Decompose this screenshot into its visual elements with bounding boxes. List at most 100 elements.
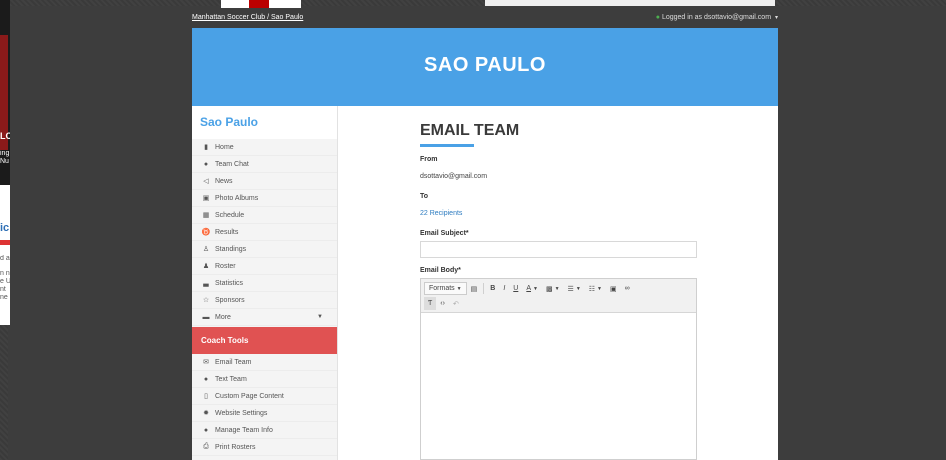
sitemap-icon: ♙ bbox=[202, 246, 210, 253]
print-icon: ⎙ bbox=[203, 443, 209, 450]
title-underline bbox=[420, 144, 474, 147]
stats-icon: ▃ bbox=[203, 280, 209, 287]
sidebar-item-label: Print Rosters bbox=[215, 443, 256, 451]
background-color-button[interactable]: ▩ ▼ bbox=[542, 282, 564, 295]
undo-icon: ↶ bbox=[452, 300, 459, 308]
formats-dropdown[interactable]: Formats ▼ bbox=[424, 282, 467, 295]
top-bar: Manhattan Soccer Club / Sao Paulo ● Logg… bbox=[192, 12, 778, 24]
login-status[interactable]: ● Logged in as dsottavio@gmail.com ▾ bbox=[656, 14, 778, 21]
text-color-button[interactable]: A ▼ bbox=[522, 282, 542, 295]
team-site: SAO PAULO Sao Paulo ▮ Home ● Team Chat ◁… bbox=[192, 28, 778, 460]
numbered-list-button[interactable]: ☷ ▼ bbox=[585, 282, 606, 295]
background-badge bbox=[0, 240, 10, 245]
sidebar-item-home[interactable]: ▮ Home bbox=[192, 139, 337, 156]
sidebar-item-team-chat[interactable]: ● Team Chat bbox=[192, 156, 337, 173]
bullet-list-icon: ☰ bbox=[567, 285, 574, 293]
clipboard-icon: ▤ bbox=[470, 285, 478, 293]
link-icon: ∞ bbox=[624, 285, 630, 292]
sidebar-item-website-settings[interactable]: ✹ Website Settings bbox=[192, 405, 337, 422]
sidebar-item-label: Manage Team Info bbox=[215, 426, 273, 434]
sidebar-item-manage-team-info[interactable]: ● Manage Team Info bbox=[192, 422, 337, 439]
sidebar-item-schedule[interactable]: ▦ Schedule bbox=[192, 207, 337, 224]
sidebar-item-print-rosters[interactable]: ⎙ Print Rosters bbox=[192, 439, 337, 456]
sidebar-item-sponsors[interactable]: ☆ Sponsors bbox=[192, 292, 337, 309]
sidebar-item-results[interactable]: ♉ Results bbox=[192, 224, 337, 241]
clear-format-icon: Ƭ bbox=[428, 300, 433, 307]
sidebar: Sao Paulo ▮ Home ● Team Chat ◁ News ▣ Ph… bbox=[192, 106, 338, 460]
email-body-editor: Formats ▼ ▤ B I U A▼ ▩▼ ☰▼ ☷▼ ▣ ∞ Ƭ bbox=[420, 278, 697, 460]
info-icon: ● bbox=[203, 426, 209, 434]
sidebar-item-label: Team Chat bbox=[215, 160, 249, 168]
clear-format-button[interactable]: Ƭ bbox=[424, 297, 437, 310]
sidebar-item-statistics[interactable]: ▃ Statistics bbox=[192, 275, 337, 292]
from-label: From bbox=[420, 156, 438, 163]
sidebar-item-roster[interactable]: ♟ Roster bbox=[192, 258, 337, 275]
underline-icon: U bbox=[513, 285, 519, 292]
star-icon: ☆ bbox=[202, 297, 210, 304]
gear-icon: ✹ bbox=[203, 410, 209, 417]
image-icon: ▣ bbox=[610, 285, 617, 293]
subject-input[interactable] bbox=[420, 241, 697, 258]
sidebar-item-label: Home bbox=[215, 143, 234, 151]
team-banner: SAO PAULO bbox=[192, 28, 778, 106]
recipients-link[interactable]: 22 Recipients bbox=[420, 210, 462, 217]
chat-icon: ● bbox=[203, 160, 209, 168]
bar-chart-icon: ▮ bbox=[204, 144, 208, 151]
bold-icon: B bbox=[490, 285, 496, 292]
breadcrumb[interactable]: Manhattan Soccer Club / Sao Paulo bbox=[192, 14, 303, 21]
comment-icon: ● bbox=[203, 375, 209, 383]
background-thumbnail bbox=[221, 0, 301, 8]
code-icon: ‹› bbox=[440, 300, 445, 307]
sidebar-item-label: News bbox=[215, 177, 233, 185]
sidebar-item-label: Roster bbox=[215, 262, 236, 270]
sidebar-item-more[interactable]: ▬ More ▼ bbox=[192, 309, 337, 326]
sidebar-item-label: Website Settings bbox=[215, 409, 268, 417]
from-value: dsottavio@gmail.com bbox=[420, 173, 488, 180]
body-label: Email Body* bbox=[420, 267, 461, 274]
folder-icon: ▬ bbox=[202, 313, 210, 321]
formats-label: Formats bbox=[429, 285, 455, 292]
underline-button[interactable]: U bbox=[509, 282, 522, 295]
to-label: To bbox=[420, 193, 429, 200]
highlight-icon: ▩ bbox=[545, 285, 553, 293]
italic-button[interactable]: I bbox=[499, 282, 509, 295]
sidebar-item-news[interactable]: ◁ News bbox=[192, 173, 337, 190]
sidebar-item-label: Standings bbox=[215, 245, 247, 253]
trophy-icon: ♉ bbox=[201, 229, 211, 236]
sidebar-item-label: Photo Albums bbox=[215, 194, 259, 202]
caret-down-icon: ▼ bbox=[456, 285, 462, 292]
calendar-icon: ▦ bbox=[202, 212, 210, 219]
coach-tools-header: Coach Tools bbox=[192, 327, 337, 354]
paste-button[interactable]: ▤ bbox=[467, 282, 482, 295]
envelope-icon: ✉ bbox=[203, 359, 209, 366]
sidebar-item-label: Sponsors bbox=[215, 296, 245, 304]
sidebar-item-photo-albums[interactable]: ▣ Photo Albums bbox=[192, 190, 337, 207]
caret-down-icon: ▾ bbox=[774, 15, 778, 21]
banner-title: SAO PAULO bbox=[424, 54, 546, 76]
sidebar-item-standings[interactable]: ♙ Standings bbox=[192, 241, 337, 258]
italic-icon: I bbox=[503, 285, 506, 292]
bold-button[interactable]: B bbox=[486, 282, 499, 295]
editor-toolbar: Formats ▼ ▤ B I U A▼ ▩▼ ☰▼ ☷▼ ▣ ∞ Ƭ bbox=[421, 279, 696, 313]
users-icon: ♟ bbox=[202, 263, 210, 270]
source-code-button[interactable]: ‹› bbox=[436, 297, 449, 310]
subject-label: Email Subject* bbox=[420, 230, 469, 237]
sidebar-item-label: Schedule bbox=[215, 211, 245, 219]
image-icon: ▣ bbox=[202, 195, 210, 202]
undo-button[interactable]: ↶ bbox=[449, 297, 463, 310]
sidebar-item-custom-page-content[interactable]: ▯ Custom Page Content bbox=[192, 388, 337, 405]
caret-down-icon: ▼ bbox=[317, 314, 323, 320]
check-circle-icon: ● bbox=[655, 14, 661, 21]
sidebar-item-label: Text Team bbox=[215, 375, 247, 383]
sidebar-item-text-team[interactable]: ● Text Team bbox=[192, 371, 337, 388]
sidebar-item-email-team[interactable]: ✉ Email Team bbox=[192, 354, 337, 371]
sidebar-item-label: Results bbox=[215, 228, 239, 236]
sidebar-title[interactable]: Sao Paulo bbox=[192, 106, 337, 139]
bullet-list-button[interactable]: ☰ ▼ bbox=[564, 282, 585, 295]
image-button[interactable]: ▣ bbox=[606, 282, 621, 295]
link-button[interactable]: ∞ bbox=[621, 282, 634, 295]
page-title: EMAIL TEAM bbox=[420, 122, 520, 139]
sidebar-item-label: More bbox=[215, 313, 231, 321]
sidebar-item-label: Statistics bbox=[215, 279, 244, 287]
megaphone-icon: ◁ bbox=[203, 178, 209, 185]
